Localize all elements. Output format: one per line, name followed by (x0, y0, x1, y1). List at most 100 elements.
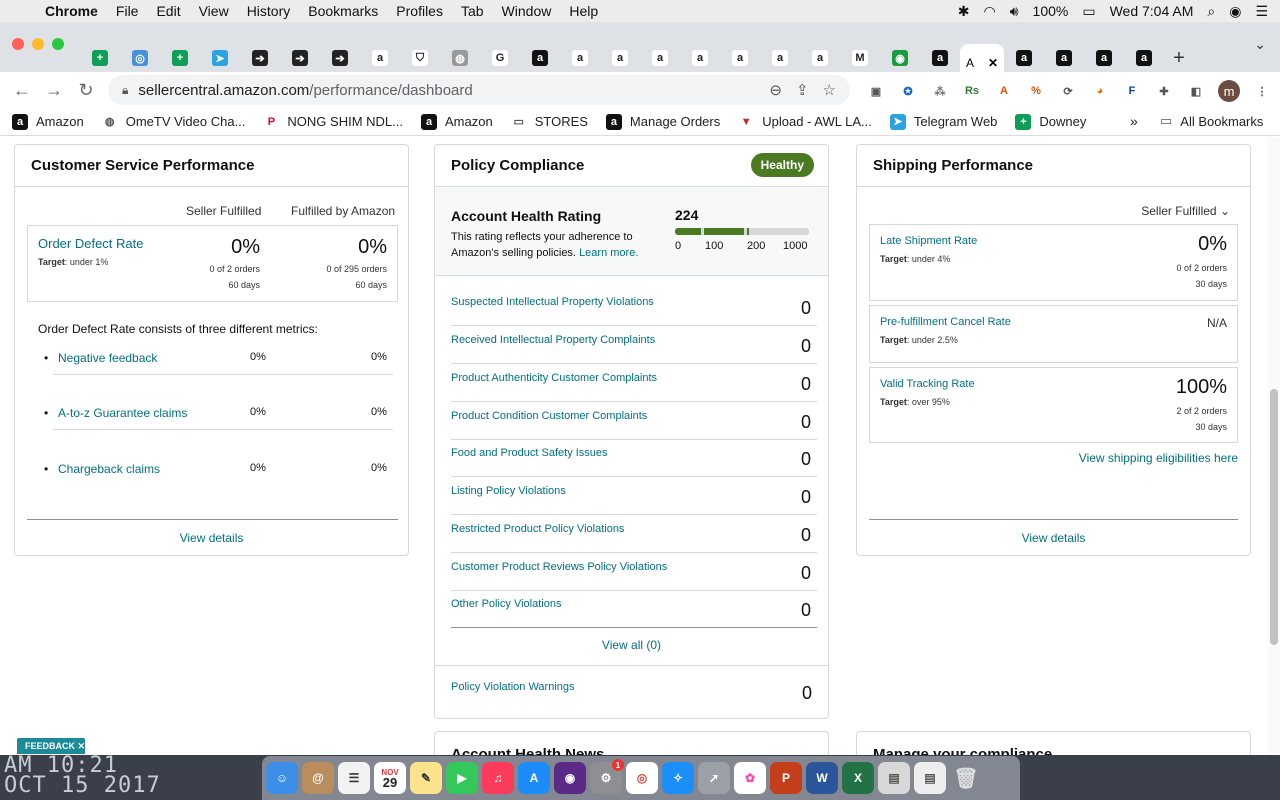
safari-icon[interactable]: ✧ (662, 762, 694, 794)
learn-more-link[interactable]: Learn more. (579, 247, 638, 259)
browser-tab[interactable]: ➤ (200, 44, 240, 72)
bookmark-item[interactable]: a Manage Orders (605, 113, 720, 130)
zoom-window-button[interactable] (52, 38, 64, 50)
bookmark-item[interactable]: a Amazon (421, 113, 493, 130)
profile-avatar[interactable]: m (1218, 80, 1240, 102)
menu-bookmarks[interactable]: Bookmarks (299, 3, 387, 19)
control-center-icon[interactable]: ☰ (1255, 3, 1268, 20)
cs-view-details-link[interactable]: View details (15, 531, 408, 545)
browser-tab[interactable]: a (360, 44, 400, 72)
extension-orange-icon[interactable]: ◕ (1090, 81, 1110, 101)
browser-tab[interactable]: a (520, 44, 560, 72)
app-store-icon[interactable]: A (518, 762, 550, 794)
menu-profiles[interactable]: Profiles (387, 3, 452, 19)
browser-tab[interactable]: a (640, 44, 680, 72)
wifi-icon[interactable]: ◠ (983, 3, 995, 20)
menu-tab[interactable]: Tab (452, 3, 493, 19)
extension-off-deal-icon[interactable]: % (1026, 81, 1046, 101)
browser-tab[interactable]: ➔ (320, 44, 360, 72)
extension-f-icon[interactable]: F (1122, 81, 1142, 101)
browser-tab[interactable]: a (720, 44, 760, 72)
music-icon[interactable]: ♫ (482, 762, 514, 794)
reload-icon[interactable]: ↻ (70, 80, 102, 101)
notes-icon[interactable]: ✎ (410, 762, 442, 794)
chrome-menu-icon[interactable]: ⋮ (1252, 81, 1272, 101)
bookmark-item[interactable]: ▭ STORES (510, 113, 588, 130)
violation-link[interactable]: Listing Policy Violations (451, 485, 566, 497)
system-preferences-icon[interactable]: ⚙ 1 (590, 759, 624, 794)
trash-icon[interactable]: 🗑︎ (950, 762, 982, 794)
menu-window[interactable]: Window (493, 3, 561, 19)
page-scrollbar[interactable] (1268, 137, 1280, 755)
fulfillment-filter-dropdown[interactable]: Seller Fulfilled ⌄ (1141, 204, 1230, 218)
volume-icon[interactable]: 🔊︎ (1010, 3, 1019, 20)
negative-feedback-link[interactable]: Negative feedback (58, 351, 157, 365)
browser-tab[interactable]: a (1044, 44, 1084, 72)
minimize-window-button[interactable] (32, 38, 44, 50)
browser-tab[interactable]: a (680, 44, 720, 72)
browser-tab[interactable]: ◍ (440, 44, 480, 72)
photos-icon[interactable]: ✿ (734, 762, 766, 794)
reminders-icon[interactable]: ☰ (338, 762, 370, 794)
menu-view[interactable]: View (190, 3, 238, 19)
address-bar[interactable]: 🔒︎ sellercentral.amazon.com/performance/… (108, 75, 850, 105)
shipping-eligibilities-link[interactable]: View shipping eligibilities here (1079, 451, 1238, 465)
tab-search-chevron-icon[interactable]: ⌄ (1254, 36, 1266, 53)
bookmark-item[interactable]: ▼ Upload - AWL LA... (738, 113, 872, 130)
bookmark-item[interactable]: ◍ OmeTV Video Cha... (101, 113, 245, 130)
browser-tab[interactable]: a (760, 44, 800, 72)
browser-tab[interactable]: a (1124, 44, 1164, 72)
extension-grey-icon[interactable]: ⁂ (930, 81, 950, 101)
more-bookmarks-chevron-icon[interactable]: » (1130, 113, 1138, 129)
extension-refresh-icon[interactable]: ⟳ (1058, 81, 1078, 101)
menu-app-name[interactable]: Chrome (36, 3, 107, 19)
violation-link[interactable]: Restricted Product Policy Violations (451, 523, 624, 535)
chrome-icon[interactable]: ◎ (626, 762, 658, 794)
finder-icon[interactable]: ☺ (266, 762, 298, 794)
clock[interactable]: Wed 7:04 AM (1110, 3, 1194, 19)
extensions-puzzle-icon[interactable]: ✚ (1154, 81, 1174, 101)
chargeback-claims-link[interactable]: Chargeback claims (58, 462, 160, 476)
violation-link[interactable]: Customer Product Reviews Policy Violatio… (451, 561, 667, 573)
extension-off-icon[interactable]: ▣ (866, 81, 886, 101)
valid-tracking-rate-link[interactable]: Valid Tracking Rate (880, 378, 975, 390)
browser-tab[interactable]: a (800, 44, 840, 72)
policy-warnings-link[interactable]: Policy Violation Warnings (451, 681, 575, 693)
document-stack-icon[interactable]: ▤ (878, 762, 910, 794)
forward-arrow-icon[interactable]: → (38, 80, 70, 101)
browser-tab[interactable]: ➔ (280, 44, 320, 72)
prefulfillment-cancel-rate-link[interactable]: Pre-fulfillment Cancel Rate (880, 316, 1011, 328)
bookmark-item[interactable]: ➤ Telegram Web (889, 113, 997, 130)
browser-tab[interactable]: a (920, 44, 960, 72)
calendar-icon[interactable]: NOV 29 (374, 762, 406, 794)
bookmark-item[interactable]: + Downey (1015, 113, 1086, 130)
close-icon[interactable]: ✕ (78, 741, 86, 752)
zoom-icon[interactable]: ⊖ (769, 81, 782, 99)
share-icon[interactable]: ⇪ (796, 81, 809, 99)
lock-icon[interactable]: 🔒︎ (122, 83, 128, 98)
document-stack-icon[interactable]: ▤ (914, 762, 946, 794)
scrollbar-thumb[interactable] (1270, 389, 1278, 645)
close-tab-icon[interactable]: ✕ (988, 56, 998, 70)
menu-file[interactable]: File (107, 3, 148, 19)
extension-blue-icon[interactable]: ✪ (898, 81, 918, 101)
bookmark-item[interactable]: a Amazon (12, 113, 84, 130)
close-window-button[interactable] (12, 38, 24, 50)
battery-icon[interactable]: ▭ (1082, 3, 1095, 20)
bookmark-star-icon[interactable]: ☆ (823, 81, 836, 99)
violation-link[interactable]: Food and Product Safety Issues (451, 447, 608, 459)
browser-tab[interactable]: ◉ (880, 44, 920, 72)
violation-link[interactable]: Product Condition Customer Complaints (451, 410, 647, 422)
order-defect-rate-link[interactable]: Order Defect Rate (38, 236, 144, 251)
sp-view-details-link[interactable]: View details (857, 531, 1250, 545)
menu-history[interactable]: History (238, 3, 300, 19)
a-to-z-claims-link[interactable]: A-to-z Guarantee claims (58, 406, 187, 420)
browser-tab[interactable]: G (480, 44, 520, 72)
word-icon[interactable]: W (806, 762, 838, 794)
bookmark-item[interactable]: P NONG SHIM NDL... (263, 113, 403, 130)
browser-tab[interactable]: a (1004, 44, 1044, 72)
browser-tab[interactable]: a (600, 44, 640, 72)
launchpad-icon[interactable]: ➚ (698, 762, 730, 794)
violation-link[interactable]: Product Authenticity Customer Complaints (451, 372, 657, 384)
siri-icon[interactable]: ◉ (1229, 3, 1241, 20)
